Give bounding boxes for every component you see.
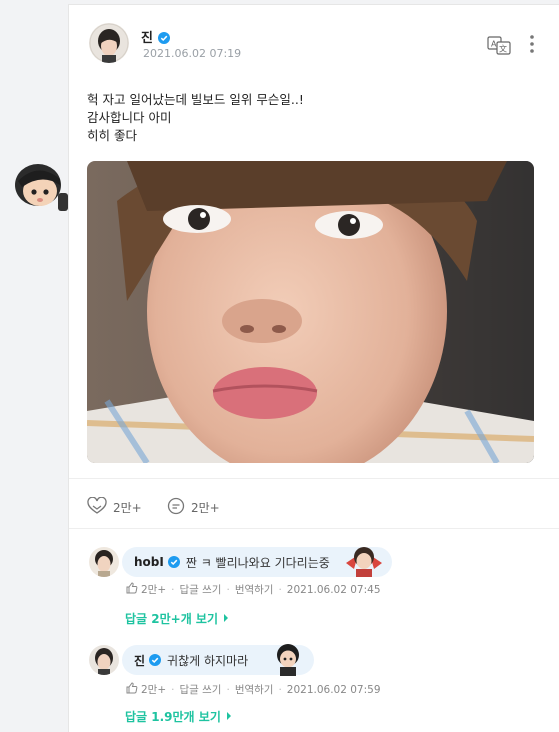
svg-text:A: A (491, 40, 497, 49)
comment-icon (167, 497, 185, 518)
comment-bubble: hobI 짠 ㅋ 빨리나와요 기다리는중 (122, 547, 392, 577)
commenter-avatar[interactable] (89, 645, 119, 675)
chevron-right-icon (225, 710, 233, 724)
svg-text:文: 文 (499, 44, 507, 54)
divider (69, 528, 559, 529)
comment-stat[interactable]: 2만+ (167, 497, 220, 518)
view-replies-label: 답글 1.9만개 보기 (125, 710, 221, 724)
post-line: 헉 자고 일어났는데 빌보드 일위 무슨일..! (87, 92, 304, 107)
post-photo[interactable] (87, 161, 534, 463)
like-stat[interactable]: 2만+ (87, 496, 142, 518)
commenter-name[interactable]: 진 (134, 652, 145, 669)
post-body: 헉 자고 일어났는데 빌보드 일위 무슨일..! 감사합니다 아미 히히 좋다 (87, 91, 304, 145)
view-replies-link[interactable]: 답글 1.9만개 보기 (125, 708, 233, 725)
commenter-avatar[interactable] (89, 547, 119, 577)
translate-icon[interactable]: A 文 (487, 35, 511, 55)
comment-text: 귀찮게 하지마라 (167, 653, 249, 668)
reply-button[interactable]: 답글 쓰기 (179, 682, 221, 697)
comment-meta: 2만+ · 답글 쓰기 · 번역하기 · 2021.06.02 07:45 (126, 582, 381, 597)
character-sticker (272, 642, 304, 679)
comment-like-button[interactable]: 2만+ (126, 682, 166, 697)
verified-badge-icon (149, 654, 162, 666)
comment-like-count: 2만+ (141, 684, 167, 696)
side-character-sticker (8, 155, 70, 217)
divider (69, 478, 559, 479)
character-sticker (344, 543, 384, 580)
thumb-up-icon (126, 582, 138, 597)
post-timestamp: 2021.06.02 07:19 (143, 47, 242, 60)
author-name[interactable]: 진 (141, 27, 153, 46)
comment-timestamp: 2021.06.02 07:45 (286, 583, 381, 596)
verified-badge-icon (158, 29, 170, 44)
thumb-up-icon (126, 682, 138, 697)
comment-timestamp: 2021.06.02 07:59 (286, 683, 381, 696)
comment-like-button[interactable]: 2만+ (126, 582, 166, 597)
chevron-right-icon (222, 612, 230, 626)
post-line: 감사합니다 아미 (87, 110, 172, 125)
comment-bubble: 진 귀찮게 하지마라 (122, 644, 314, 676)
translate-button[interactable]: 번역하기 (235, 582, 274, 597)
author-avatar[interactable] (89, 23, 129, 63)
view-replies-label: 답글 2만+개 보기 (125, 612, 219, 626)
comment-meta: 2만+ · 답글 쓰기 · 번역하기 · 2021.06.02 07:59 (126, 682, 381, 697)
comment-like-count: 2만+ (141, 584, 167, 596)
more-vertical-icon[interactable] (524, 33, 540, 55)
post-line: 히히 좋다 (87, 128, 137, 143)
comment-count: 2만+ (191, 501, 220, 515)
post-card: 진 2021.06.02 07:19 A 文 헉 자고 일어났는데 빌보드 일위… (68, 4, 559, 732)
commenter-name[interactable]: hobI (134, 555, 164, 569)
verified-badge-icon (167, 556, 180, 568)
like-icon (87, 496, 107, 518)
comment-text: 짠 ㅋ 빨리나와요 기다리는중 (185, 555, 330, 570)
reply-button[interactable]: 답글 쓰기 (179, 582, 221, 597)
like-count: 2만+ (113, 501, 142, 515)
translate-button[interactable]: 번역하기 (235, 682, 274, 697)
view-replies-link[interactable]: 답글 2만+개 보기 (125, 610, 230, 627)
